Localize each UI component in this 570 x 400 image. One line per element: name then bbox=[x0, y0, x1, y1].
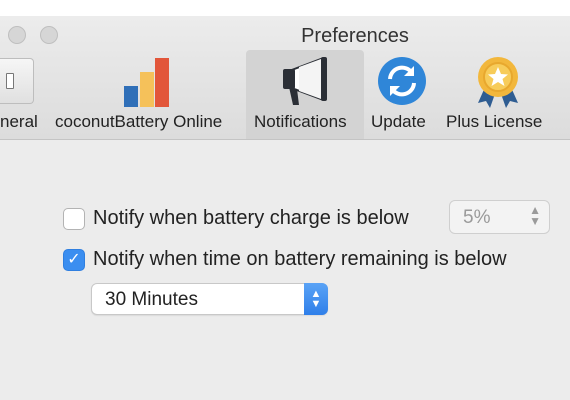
time-notify-row: ✓ Notify when time on battery remaining … bbox=[63, 248, 507, 271]
up-down-chevron-icon[interactable]: ▲ ▼ bbox=[529, 204, 541, 227]
popup-chevron-icon: ▲ ▼ bbox=[304, 283, 328, 315]
tab-plus-license[interactable]: Plus License bbox=[442, 50, 554, 139]
tab-update-label: Update bbox=[371, 112, 426, 131]
window-top-strip bbox=[0, 0, 570, 16]
tab-coconutbattery-online-label: coconutBattery Online bbox=[55, 112, 223, 131]
charge-notify-row: Notify when battery charge is below bbox=[63, 207, 409, 230]
time-notify-checkbox[interactable]: ✓ bbox=[63, 248, 85, 271]
tab-update[interactable]: Update bbox=[368, 50, 436, 139]
charge-threshold-value: 5% bbox=[463, 207, 491, 228]
tab-general[interactable]: neral bbox=[0, 50, 50, 139]
bar-chart-icon bbox=[124, 58, 169, 107]
refresh-icon bbox=[378, 57, 426, 105]
tab-general-label: neral bbox=[0, 112, 38, 131]
tab-notifications-label: Notifications bbox=[254, 112, 347, 131]
tab-coconutbattery-online[interactable]: coconutBattery Online bbox=[52, 50, 242, 139]
tab-notifications[interactable]: Notifications bbox=[246, 50, 364, 139]
charge-notify-checkbox[interactable] bbox=[63, 207, 85, 230]
time-threshold-popup[interactable]: 30 Minutes ▲ ▼ bbox=[91, 283, 328, 315]
award-ribbon-icon bbox=[478, 57, 518, 108]
window-title: Preferences bbox=[301, 25, 409, 47]
tab-plus-license-label: Plus License bbox=[446, 112, 543, 131]
megaphone-icon bbox=[283, 57, 327, 105]
charge-notify-label: Notify when battery charge is below bbox=[93, 207, 409, 229]
charge-threshold-stepper[interactable]: 5% ▲ ▼ bbox=[449, 200, 550, 234]
time-threshold-value: 30 Minutes bbox=[105, 289, 198, 310]
time-notify-label: Notify when time on battery remaining is… bbox=[93, 248, 507, 270]
